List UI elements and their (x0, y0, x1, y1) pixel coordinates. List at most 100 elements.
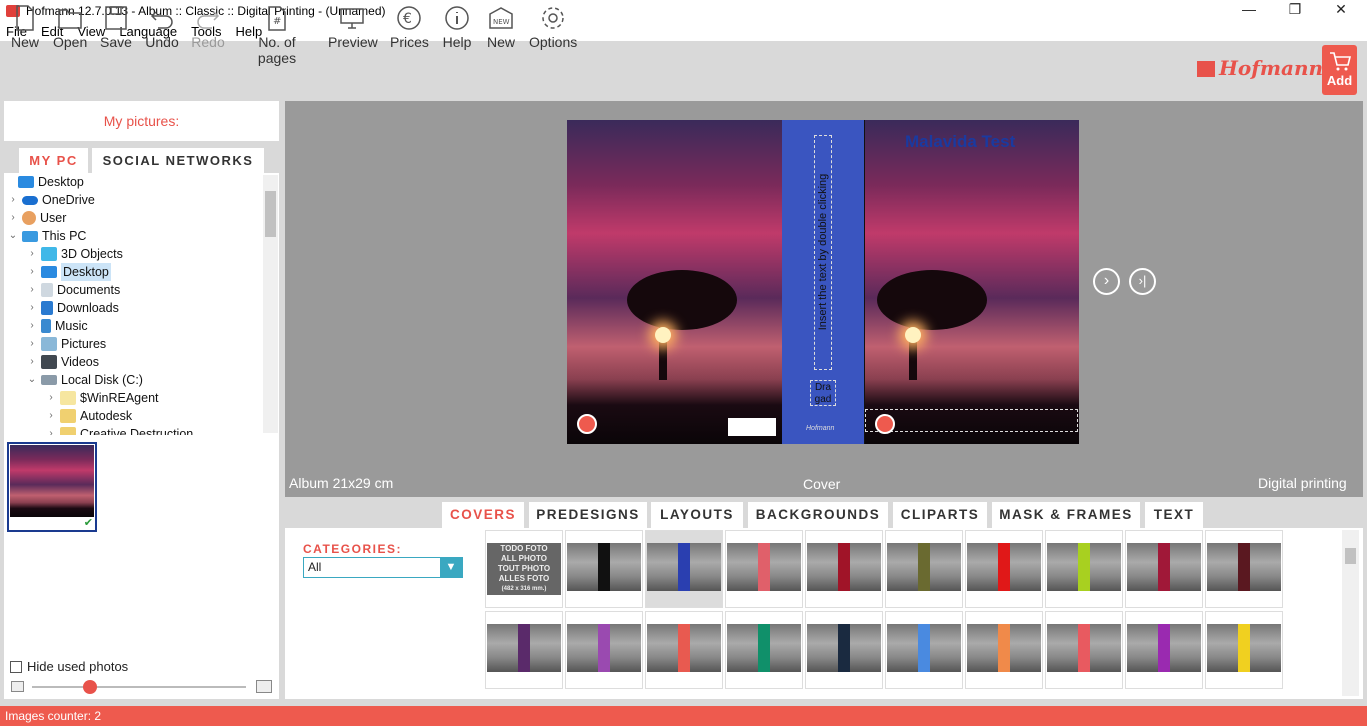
cover-tile[interactable] (805, 611, 883, 689)
photo-thumbnail[interactable]: ✔ (7, 442, 97, 532)
my-pictures-title: My pictures: (103, 113, 180, 129)
cover-tile[interactable] (885, 611, 963, 689)
chevron-right-icon: › (30, 302, 34, 313)
tab-layouts[interactable]: LAYOUTS (651, 502, 743, 528)
tree-item-user[interactable]: › User (8, 209, 66, 227)
cover-tile[interactable] (725, 530, 803, 608)
tab-backgrounds[interactable]: BACKGROUNDS (748, 502, 888, 528)
prices-button[interactable]: € Prices (390, 4, 429, 50)
preview-button[interactable]: Preview (328, 4, 378, 50)
thumbnail-size-slider[interactable] (32, 686, 246, 688)
cover-tile[interactable] (965, 611, 1043, 689)
spine-color-swatch (838, 543, 850, 591)
scroll-thumb[interactable] (1345, 548, 1356, 564)
back-cover-photo[interactable] (567, 120, 782, 444)
cover-tile[interactable] (645, 530, 723, 608)
album-size-label: Album 21x29 cm (289, 475, 394, 491)
grid-scrollbar[interactable] (1342, 530, 1359, 696)
tree-canopy (627, 270, 737, 330)
book-spine[interactable]: Insert the text by double clicking Dra g… (782, 120, 864, 444)
tree-item-music[interactable]: › Music (27, 317, 88, 335)
tree-item-desktop[interactable]: › Desktop (27, 263, 111, 281)
cover-tile[interactable] (885, 530, 963, 608)
tree-item-autodesk[interactable]: › Autodesk (46, 407, 132, 425)
pages-button[interactable]: # No. of pages (239, 4, 315, 66)
cover-tile[interactable] (725, 611, 803, 689)
tree-item-onedrive[interactable]: › OneDrive (8, 191, 94, 209)
chevron-right-icon: › (30, 356, 34, 367)
cover-tile[interactable] (965, 530, 1043, 608)
undo-button[interactable]: Undo (144, 4, 180, 50)
folder-icon (60, 409, 76, 423)
tab-covers[interactable]: COVERS (442, 502, 524, 528)
minimize-button[interactable]: — (1226, 0, 1272, 21)
save-button[interactable]: Save (100, 4, 132, 50)
redo-button[interactable]: Redo (191, 4, 225, 50)
folder-open-icon (58, 9, 82, 29)
tree-item-winreagent[interactable]: › $WinREAgent (46, 389, 159, 407)
cover-tile[interactable] (1045, 611, 1123, 689)
info-icon (445, 6, 469, 30)
new-button[interactable]: New (9, 4, 41, 50)
new-file-icon (16, 5, 34, 31)
next-page-button[interactable]: › (1093, 268, 1120, 295)
tab-cliparts[interactable]: CLIPARTS (893, 502, 987, 528)
category-value: All (308, 560, 322, 574)
tree-item-this-pc[interactable]: ⌄ This PC (8, 227, 87, 245)
sad-face-icon[interactable] (577, 414, 597, 434)
cover-title[interactable]: Malavida Test (905, 132, 1015, 152)
spine-color-swatch (598, 543, 610, 591)
tree-item-pictures[interactable]: › Pictures (27, 335, 106, 353)
cover-tile[interactable] (565, 530, 643, 608)
cover-subtitle-box[interactable] (865, 409, 1078, 432)
cover-tile[interactable] (1205, 611, 1283, 689)
open-button[interactable]: Open (53, 4, 87, 50)
new-products-button[interactable]: NEW New (485, 4, 517, 50)
sad-face-icon[interactable] (875, 414, 895, 434)
tab-predesigns[interactable]: PREDESIGNS (529, 502, 647, 528)
spine-drag-box[interactable]: Dra gad (810, 380, 836, 406)
cover-tile[interactable] (565, 611, 643, 689)
cover-tile[interactable] (645, 611, 723, 689)
options-button[interactable]: Options (529, 4, 577, 50)
checkbox-box[interactable] (10, 660, 22, 673)
tree-label: $WinREAgent (80, 391, 159, 405)
tree-item-creative-destruction[interactable]: › Creative Destruction (46, 425, 193, 435)
close-button[interactable]: ✕ (1318, 0, 1364, 21)
chevron-right-icon: › (30, 248, 34, 259)
tree-scrollbar[interactable] (263, 175, 278, 433)
tree-item-documents[interactable]: › Documents (27, 281, 120, 299)
cover-tile[interactable] (1045, 530, 1123, 608)
last-page-button[interactable]: ›| (1129, 268, 1156, 295)
add-to-cart-button[interactable]: Add (1322, 45, 1357, 95)
monitor-icon (340, 8, 364, 29)
cover-tile[interactable] (1125, 611, 1203, 689)
tab-text[interactable]: TEXT (1145, 502, 1203, 528)
tab-my-pc[interactable]: MY PC (19, 148, 88, 173)
download-icon (41, 301, 53, 315)
scroll-thumb[interactable] (265, 191, 276, 237)
tree-item-videos[interactable]: › Videos (27, 353, 99, 371)
cover-tile[interactable] (485, 611, 563, 689)
save-label: Save (100, 34, 132, 50)
maximize-button[interactable]: ❐ (1272, 0, 1318, 21)
tab-mask-frames[interactable]: MASK & FRAMES (992, 502, 1140, 528)
folder-icon (60, 427, 76, 435)
chevron-down-icon[interactable]: ▼ (440, 558, 462, 577)
category-select[interactable]: All ▼ (303, 557, 463, 578)
cover-tile[interactable] (805, 530, 883, 608)
tree-item-3d-objects[interactable]: › 3D Objects (27, 245, 123, 263)
cover-tile[interactable] (1205, 530, 1283, 608)
help-button[interactable]: Help (441, 4, 473, 50)
tree-item-desktop-root[interactable]: Desktop (4, 173, 84, 191)
front-cover-photo[interactable]: Malavida Test (865, 120, 1079, 444)
options-label: Options (529, 34, 578, 50)
slider-knob[interactable] (83, 680, 97, 694)
tree-item-local-disk[interactable]: ⌄ Local Disk (C:) (27, 371, 143, 389)
tree-label: Downloads (57, 301, 119, 315)
tree-item-downloads[interactable]: › Downloads (27, 299, 119, 317)
cover-tile-all-photo[interactable]: TODO FOTO ALL PHOTO TOUT PHOTO ALLES FOT… (485, 530, 563, 608)
hide-used-photos-checkbox[interactable]: Hide used photos (10, 659, 128, 674)
tab-social-networks[interactable]: SOCIAL NETWORKS (92, 148, 264, 173)
cover-tile[interactable] (1125, 530, 1203, 608)
